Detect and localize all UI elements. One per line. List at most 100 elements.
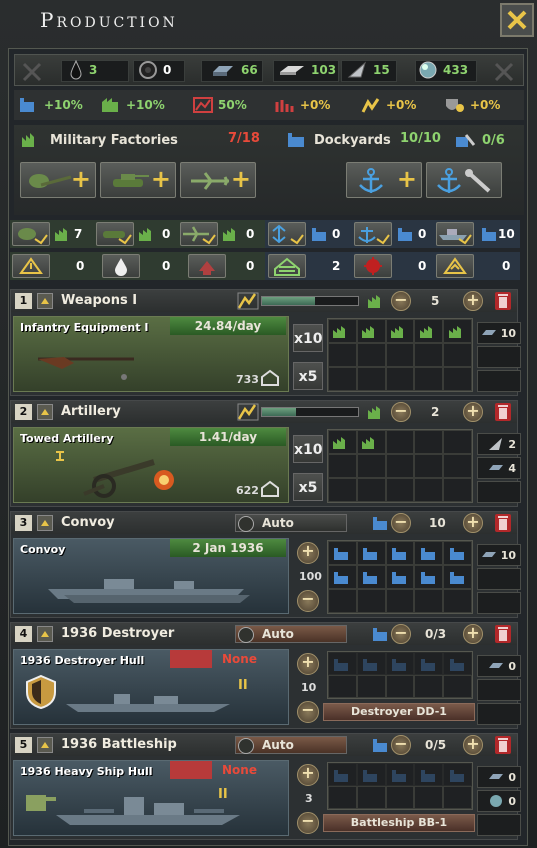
add-ship-button[interactable]: + xyxy=(297,764,319,786)
collapse-left-icon[interactable] xyxy=(21,61,43,83)
slot-convoy[interactable] xyxy=(436,222,474,246)
add-ship-button[interactable]: + xyxy=(297,542,319,564)
anchor-icon xyxy=(238,516,254,532)
auto-mode-toggle[interactable]: Auto xyxy=(235,625,347,643)
slot-fuel[interactable] xyxy=(102,254,140,278)
shield-icon xyxy=(26,674,56,710)
remove-dockyard-button[interactable]: − xyxy=(391,513,411,533)
multiply-5-button[interactable]: x5 xyxy=(293,362,323,390)
resource-chromium[interactable]: 433 xyxy=(419,59,468,81)
add-dockyard-button[interactable]: + xyxy=(463,513,483,533)
slot-naval-yard[interactable] xyxy=(268,254,306,278)
grid-cell xyxy=(356,541,386,565)
factory-mini-icon xyxy=(333,326,346,338)
resource-steel[interactable]: 66 xyxy=(211,59,258,81)
dockyards-header: Dockyards xyxy=(284,131,391,149)
grid-cell xyxy=(414,652,444,675)
factory-row: Military Factories 7/18 Dockyards 10/10 … xyxy=(14,125,524,215)
resource-gain-icon xyxy=(446,99,464,112)
trash-icon xyxy=(498,294,508,308)
variant-selector[interactable]: Battleship BB-1 xyxy=(323,814,475,832)
production-line-5[interactable]: 5 1936 Battleship Auto − 0/5 + 1936 Heav… xyxy=(10,733,521,840)
steel-icon xyxy=(213,66,233,76)
slot-upgrade[interactable] xyxy=(188,254,226,278)
close-button[interactable] xyxy=(500,3,534,37)
equipment-card[interactable]: 1936 Destroyer Hull None II xyxy=(13,649,289,725)
multiply-5-button[interactable]: x5 xyxy=(293,473,323,501)
add-infantry-production-button[interactable]: + xyxy=(20,162,96,198)
dockyard-mini-icon xyxy=(334,548,349,560)
resource-rubber[interactable]: 0 xyxy=(139,59,171,81)
tank-icon xyxy=(113,174,149,187)
slot-air[interactable] xyxy=(180,222,218,246)
grid-cell xyxy=(443,565,472,589)
modifier-efficiency-retention[interactable]: +0% xyxy=(360,96,416,114)
modifier-factory-output[interactable]: +10% xyxy=(100,96,165,114)
remove-factory-button[interactable]: − xyxy=(391,402,411,422)
resource-aluminium[interactable]: 103 xyxy=(279,59,336,81)
collapse-right-icon[interactable] xyxy=(493,61,515,83)
add-ship-button[interactable]: + xyxy=(297,653,319,675)
steel-icon xyxy=(481,552,496,557)
production-line-2[interactable]: 2 Artillery − 2 + Towed Artillery 1.41/d… xyxy=(10,400,521,507)
slot-infantry[interactable] xyxy=(12,222,50,246)
modifier-efficiency-cap[interactable]: 50% xyxy=(192,96,247,114)
slot-naval-refit[interactable] xyxy=(268,222,306,246)
variant-selector[interactable]: Destroyer DD-1 xyxy=(323,703,475,721)
repair-count: 0/6 xyxy=(454,131,505,149)
move-up-button[interactable] xyxy=(37,626,53,642)
move-up-button[interactable] xyxy=(37,293,53,309)
remove-dockyard-button[interactable]: − xyxy=(391,624,411,644)
equipment-card[interactable]: 1936 Heavy Ship Hull None II xyxy=(13,760,289,836)
delete-button[interactable] xyxy=(495,736,511,754)
add-dockyard-button[interactable]: + xyxy=(463,624,483,644)
dockyard-mini-icon xyxy=(420,769,435,782)
remove-factory-button[interactable]: − xyxy=(391,291,411,311)
production-line-1[interactable]: 1 Weapons I − 5 + Infantry Equipment I 2… xyxy=(10,289,521,396)
resource-oil[interactable]: 3 xyxy=(69,59,97,81)
move-up-button[interactable] xyxy=(37,737,53,753)
slot-armor[interactable] xyxy=(96,222,134,246)
slot-naval[interactable] xyxy=(354,222,392,246)
grid-cell xyxy=(414,319,444,343)
naval-repair-button[interactable] xyxy=(426,162,502,198)
delete-button[interactable] xyxy=(495,292,511,310)
equipment-card[interactable]: Infantry Equipment I 24.84/day 733 xyxy=(13,316,289,392)
remove-ship-button[interactable]: − xyxy=(297,701,319,723)
move-up-button[interactable] xyxy=(37,404,53,420)
remove-ship-button[interactable]: − xyxy=(297,812,319,834)
resource-tungsten[interactable]: 15 xyxy=(347,59,390,81)
modifier-dockyard-output[interactable]: +10% xyxy=(18,96,83,114)
production-line-3[interactable]: 3 Convoy Auto − 10 + Convoy 2 Jan 1936 +… xyxy=(10,511,521,618)
move-up-button[interactable] xyxy=(37,515,53,531)
multiply-10-button[interactable]: x10 xyxy=(293,435,323,463)
equipment-card[interactable]: Convoy 2 Jan 1936 xyxy=(13,538,289,614)
slot-count: 0 xyxy=(76,259,85,273)
multiply-10-button[interactable]: x10 xyxy=(293,324,323,352)
slot-support-naval[interactable] xyxy=(436,254,474,278)
slot-support[interactable] xyxy=(12,254,50,278)
delete-button[interactable] xyxy=(495,403,511,421)
equipment-card[interactable]: Towed Artillery 1.41/day 622 xyxy=(13,427,289,503)
grid-cell xyxy=(385,478,415,502)
auto-mode-toggle[interactable]: Auto xyxy=(235,514,347,532)
delete-button[interactable] xyxy=(495,625,511,643)
resource-slot-empty xyxy=(477,370,521,392)
add-naval-production-button[interactable]: + xyxy=(346,162,422,198)
add-factory-button[interactable]: + xyxy=(463,291,483,311)
add-air-production-button[interactable]: + xyxy=(180,162,256,198)
remove-dockyard-button[interactable]: − xyxy=(391,735,411,755)
slot-mine[interactable] xyxy=(354,254,392,278)
production-line-4[interactable]: 4 1936 Destroyer Auto − 0/3 + 1936 Destr… xyxy=(10,622,521,729)
dockyard-mini-icon xyxy=(373,739,387,752)
add-dockyard-button[interactable]: + xyxy=(463,735,483,755)
add-armor-production-button[interactable]: + xyxy=(100,162,176,198)
add-factory-button[interactable]: + xyxy=(463,402,483,422)
modifier-resource-gain[interactable]: +0% xyxy=(442,96,500,114)
delete-button[interactable] xyxy=(495,514,511,532)
auto-mode-toggle[interactable]: Auto xyxy=(235,736,347,754)
plane-slot-icon xyxy=(183,226,216,245)
remove-ship-button[interactable]: − xyxy=(297,590,319,612)
grid-cell xyxy=(356,565,386,589)
modifier-efficiency-growth[interactable]: +0% xyxy=(274,96,330,114)
